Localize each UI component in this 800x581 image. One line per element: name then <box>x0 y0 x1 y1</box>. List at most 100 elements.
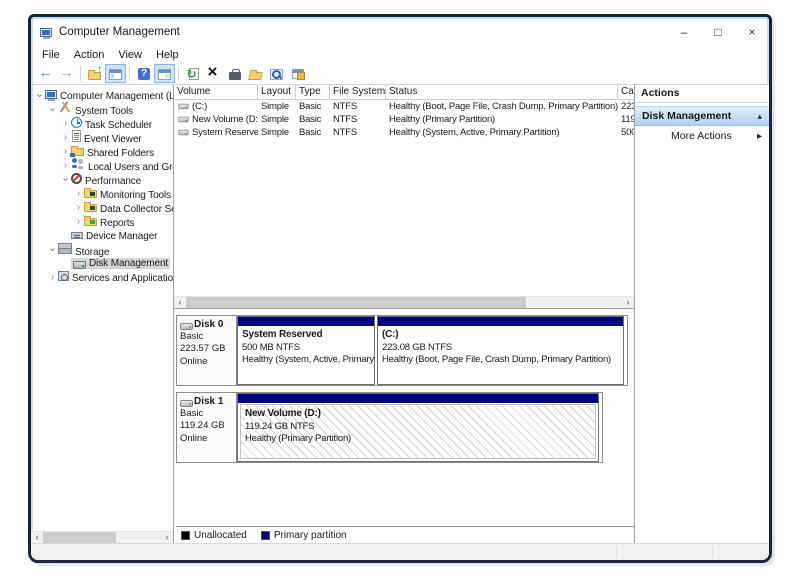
expander-right-icon[interactable]: › <box>47 272 58 283</box>
expander-down-icon[interactable]: › <box>60 174 71 185</box>
disk-label[interactable]: Disk 1Basic119.24 GBOnline <box>177 393 237 462</box>
tree-scroll-thumb[interactable] <box>43 532 116 543</box>
primary-partition-color-bar <box>238 317 374 326</box>
cell-status: Healthy (Primary Partition) <box>386 114 618 125</box>
column-header-volume[interactable]: Volume <box>174 85 258 99</box>
column-header-capacity[interactable]: Capacity <box>618 85 634 99</box>
properties-button[interactable] <box>224 64 245 83</box>
column-header-status[interactable]: Status <box>386 85 618 99</box>
expander-down-icon[interactable]: › <box>47 104 58 115</box>
expander-right-icon[interactable]: › <box>73 216 84 227</box>
scroll-right-icon[interactable]: › <box>622 297 634 308</box>
expander-right-icon[interactable]: › <box>73 188 84 199</box>
show-action-pane-button[interactable] <box>154 64 175 83</box>
statusbar-divider <box>712 546 713 558</box>
tree-item-content: Disk Management <box>71 258 170 269</box>
sidebar-item-task-scheduler[interactable]: ›Task Scheduler <box>31 116 173 130</box>
tree-item-content: Computer Management (Local) <box>45 89 173 102</box>
performance-icon <box>71 173 82 184</box>
actions-pane: Actions Disk Management ▴ More Actions ▸ <box>635 85 769 543</box>
volume-horizontal-scrollbar[interactable]: ‹ › <box>174 296 634 308</box>
expander-right-icon[interactable]: › <box>60 160 71 171</box>
tree-horizontal-scrollbar[interactable]: ‹ › <box>31 531 173 543</box>
sidebar-item-monitoring-tools[interactable]: ›Monitoring Tools <box>31 186 173 200</box>
scroll-right-icon[interactable]: › <box>161 532 173 543</box>
expander-right-icon[interactable]: › <box>60 132 71 143</box>
menu-help[interactable]: Help <box>149 48 186 62</box>
disk-name-text: Disk 1 <box>194 395 223 408</box>
open-button[interactable] <box>245 64 266 83</box>
sidebar-item-reports[interactable]: ›Reports <box>31 214 173 228</box>
delete-button[interactable] <box>203 64 224 83</box>
table-row[interactable]: (C:)SimpleBasicNTFSHealthy (Boot, Page F… <box>174 100 634 113</box>
menu-file[interactable]: File <box>35 48 67 62</box>
sidebar-item-data-collector-sets[interactable]: ›Data Collector Sets <box>31 200 173 214</box>
cell-volume: (C:) <box>174 101 258 112</box>
sidebar-item-event-viewer[interactable]: ›Event Viewer <box>31 130 173 144</box>
expander-right-icon[interactable]: › <box>60 118 71 129</box>
sidebar-item-local-users-and-groups[interactable]: ›Local Users and Groups <box>31 158 173 172</box>
close-button[interactable]: × <box>735 17 769 46</box>
sidebar-item-system-tools[interactable]: ›System Tools <box>31 102 173 116</box>
sidebar-item-disk-management[interactable]: Disk Management <box>31 256 173 270</box>
delete-icon <box>207 67 221 80</box>
console-help-button[interactable] <box>287 64 308 83</box>
shared-folder-icon <box>71 148 84 156</box>
sidebar-item-storage[interactable]: › Storage <box>31 242 173 256</box>
cell-text: 119.24 GB <box>621 114 634 125</box>
sidebar-item-performance[interactable]: ›Performance <box>31 172 173 186</box>
back-button[interactable] <box>35 64 56 83</box>
toolbar-separator <box>129 66 130 81</box>
partition[interactable]: (C:)223.08 GB NTFSHealthy (Boot, Page Fi… <box>377 316 624 385</box>
show-console-tree-button[interactable] <box>105 64 126 83</box>
sidebar-item-shared-folders[interactable]: ›Shared Folders <box>31 144 173 158</box>
partition[interactable]: New Volume (D:)119.24 GB NTFSHealthy (Pr… <box>237 393 599 462</box>
cell-volume: System Reserved <box>174 127 258 138</box>
help-topics-icon <box>138 68 150 80</box>
help-topics-button[interactable] <box>133 64 154 83</box>
column-header-layout[interactable]: Layout <box>258 85 296 99</box>
scroll-left-icon[interactable]: ‹ <box>31 532 43 543</box>
folder-icon <box>84 204 97 212</box>
cell-text: New Volume (D:) <box>192 114 258 125</box>
tree-item-label: Storage <box>75 247 109 258</box>
menu-action[interactable]: Action <box>67 48 112 62</box>
up-one-level-button[interactable] <box>84 64 105 83</box>
submenu-chevron-icon: ▸ <box>757 131 762 142</box>
menu-view[interactable]: View <box>111 48 149 62</box>
refresh-button[interactable] <box>182 64 203 83</box>
tree-scroll-track[interactable] <box>43 532 161 543</box>
cell-capacity: 119.24 GB <box>618 114 634 125</box>
collapse-chevron-icon[interactable]: ▴ <box>757 111 762 122</box>
refresh-icon <box>189 68 199 80</box>
tree-item-content: Services and Applications <box>58 270 173 284</box>
column-header-file-system[interactable]: File System <box>330 85 386 99</box>
tools-icon <box>58 101 72 114</box>
table-row[interactable]: System ReservedSimpleBasicNTFSHealthy (S… <box>174 126 634 139</box>
volume-icon <box>178 117 188 123</box>
actions-group-disk-management[interactable]: Disk Management ▴ <box>635 106 769 126</box>
volume-scroll-thumb[interactable] <box>186 297 526 308</box>
more-actions-item[interactable]: More Actions ▸ <box>635 126 769 146</box>
forward-button[interactable] <box>56 64 77 83</box>
volume-scroll-track[interactable] <box>186 297 622 308</box>
expander-right-icon[interactable]: › <box>73 202 84 213</box>
column-header-type[interactable]: Type <box>296 85 330 99</box>
cell-text: Healthy (Boot, Page File, Crash Dump, Pr… <box>389 101 618 112</box>
cell-text: 223.08 GB <box>621 101 634 112</box>
scroll-left-icon[interactable]: ‹ <box>174 297 186 308</box>
expander-down-icon[interactable]: › <box>47 244 58 255</box>
open-icon <box>248 72 263 80</box>
cell-text: Basic <box>299 101 321 112</box>
view-button[interactable] <box>266 64 287 83</box>
expander-down-icon[interactable]: › <box>34 90 45 101</box>
table-row[interactable]: New Volume (D:)SimpleBasicNTFSHealthy (P… <box>174 113 634 126</box>
toolbar-separator <box>80 66 81 81</box>
minimize-button[interactable]: – <box>667 17 701 46</box>
maximize-button[interactable]: □ <box>701 17 735 46</box>
tree-item-label: Computer Management (Local) <box>60 91 173 102</box>
partition[interactable]: System Reserved500 MB NTFSHealthy (Syste… <box>237 316 375 385</box>
sidebar-item-computer-management-local[interactable]: › Computer Management (Local) <box>31 88 173 102</box>
disk-label[interactable]: Disk 0Basic223.57 GBOnline <box>177 316 237 385</box>
sidebar-item-services-and-applications[interactable]: ›Services and Applications <box>31 270 173 284</box>
